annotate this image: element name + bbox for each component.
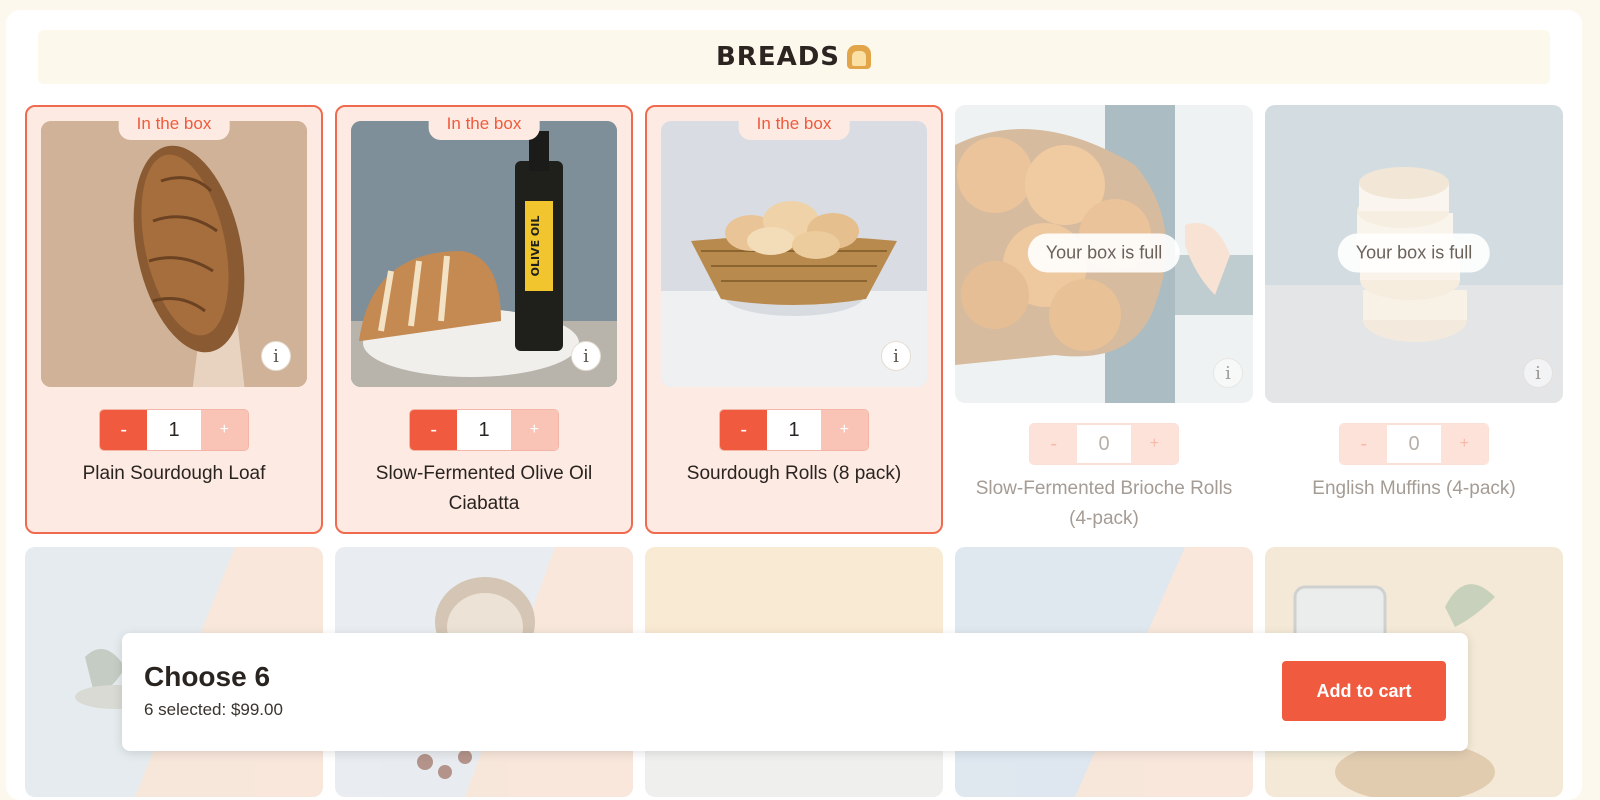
product-name[interactable]: Plain Sourdough Loaf [37, 459, 311, 489]
info-icon[interactable]: i [571, 341, 601, 371]
increase-button[interactable]: + [200, 410, 248, 450]
product-name[interactable]: Slow-Fermented Brioche Rolls (4-pack) [965, 474, 1243, 534]
decrease-button[interactable]: - [100, 410, 148, 450]
increase-button[interactable]: + [1440, 424, 1488, 464]
increase-button[interactable]: + [820, 410, 868, 450]
section-title: BREADS [715, 42, 841, 72]
product-card-english-muffins[interactable]: Your box is full i - 0 + English Muffins… [1265, 105, 1563, 545]
box-full-pill: Your box is full [1337, 233, 1491, 273]
info-icon[interactable]: i [261, 341, 291, 371]
box-full-pill: Your box is full [1027, 233, 1181, 273]
box-summary-bar: Choose 6 6 selected: $99.00 Add to cart [122, 633, 1468, 751]
quantity-value[interactable]: 0 [1387, 424, 1441, 464]
increase-button[interactable]: + [510, 410, 558, 450]
product-name[interactable]: English Muffins (4-pack) [1275, 474, 1553, 504]
bread-emoji-icon [846, 44, 872, 70]
quantity-stepper: - 0 + [1339, 423, 1489, 465]
svg-text:OLIVE OIL: OLIVE OIL [529, 216, 542, 277]
quantity-value[interactable]: 1 [147, 410, 201, 450]
decrease-button[interactable]: - [1030, 424, 1078, 464]
product-card-sourdough-rolls[interactable]: In the box i - 1 + Sourdough Rolls (8 pa… [645, 105, 943, 534]
product-card-plain-sourdough[interactable]: In the box i - 1 + Plain Sourdough Loaf [25, 105, 323, 534]
quantity-stepper: - 1 + [409, 409, 559, 451]
decrease-button[interactable]: - [410, 410, 458, 450]
product-name[interactable]: Slow-Fermented Olive Oil Ciabatta [347, 459, 621, 519]
product-card-olive-oil-ciabatta[interactable]: OLIVE OIL In the box i - 1 + Slow-Fermen… [335, 105, 633, 534]
add-to-cart-button[interactable]: Add to cart [1282, 661, 1446, 721]
info-icon[interactable]: i [1523, 358, 1553, 388]
info-icon[interactable]: i [881, 341, 911, 371]
decrease-button[interactable]: - [720, 410, 768, 450]
quantity-value[interactable]: 1 [767, 410, 821, 450]
product-name[interactable]: Sourdough Rolls (8 pack) [657, 459, 931, 489]
quantity-value[interactable]: 1 [457, 410, 511, 450]
section-header: BREADS [38, 30, 1550, 84]
in-box-badge: In the box [428, 107, 540, 140]
in-box-badge: In the box [118, 107, 230, 140]
product-card-brioche-rolls[interactable]: Your box is full i - 0 + Slow-Fermented … [955, 105, 1253, 545]
in-box-badge: In the box [738, 107, 850, 140]
selection-summary: 6 selected: $99.00 [144, 700, 283, 719]
quantity-stepper: - 1 + [99, 409, 249, 451]
quantity-value[interactable]: 0 [1077, 424, 1131, 464]
decrease-button[interactable]: - [1340, 424, 1388, 464]
box-title: Choose 6 [144, 661, 271, 692]
quantity-stepper: - 1 + [719, 409, 869, 451]
increase-button[interactable]: + [1130, 424, 1178, 464]
quantity-stepper: - 0 + [1029, 423, 1179, 465]
info-icon[interactable]: i [1213, 358, 1243, 388]
